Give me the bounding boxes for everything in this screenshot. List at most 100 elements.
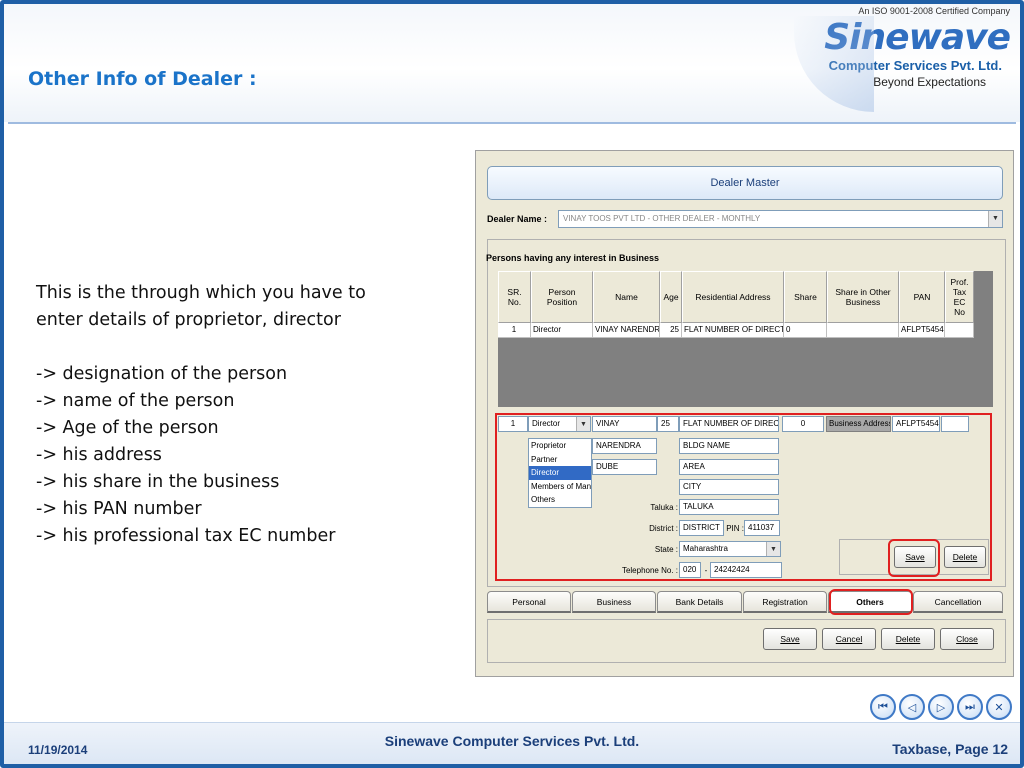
cell-pan: AFLPT5454G [899, 323, 945, 338]
district-label: District : [649, 524, 678, 533]
list-item[interactable]: Proprietor [529, 439, 591, 453]
slide-title: Other Info of Dealer : [28, 68, 257, 90]
prev-icon[interactable]: ◁ [899, 694, 925, 720]
cell-share-other [827, 323, 899, 338]
intro-line: This is the through which you have to [36, 283, 366, 303]
tab-business[interactable]: Business [572, 591, 656, 613]
taluka-label: Taluka : [650, 503, 678, 512]
delete-button[interactable]: Delete [881, 628, 935, 650]
column-header[interactable]: Prof. Tax EC No [945, 271, 974, 323]
address2-field[interactable]: BLDG NAME [679, 438, 779, 454]
dealer-name-label: Dealer Name : [487, 214, 548, 224]
others-tab-highlight-ring [829, 589, 913, 615]
cell-address: FLAT NUMBER OF DIRECTOR, [682, 323, 784, 338]
tab-registration[interactable]: Registration [743, 591, 827, 613]
first-icon[interactable]: ⏮ [870, 694, 896, 720]
close-icon[interactable]: ✕ [986, 694, 1012, 720]
taluka-field[interactable]: TALUKA [679, 499, 779, 515]
window-title: Dealer Master [487, 166, 1003, 200]
bullet-item: -> his professional tax EC number [36, 526, 336, 546]
tab-bank-details[interactable]: Bank Details [657, 591, 742, 613]
position-dropdown-list[interactable]: Proprietor Partner Director Members of M… [528, 438, 592, 508]
telephone-field[interactable]: 24242424 [710, 562, 782, 578]
bullet-item: -> his share in the business [36, 472, 280, 492]
dealer-name-value: VINAY TOOS PVT LTD - OTHER DEALER - MONT… [563, 214, 761, 223]
cell-age: 25 [660, 323, 682, 338]
company-logo: An ISO 9001-2008 Certified Company Sinew… [794, 6, 1014, 114]
column-header[interactable]: Name [593, 271, 660, 323]
footer-page-number: Taxbase, Page 12 [892, 741, 1008, 757]
share-field[interactable]: 0 [782, 416, 824, 432]
slide-nav: ⏮ ◁ ▷ ⏭ ✕ [870, 694, 1012, 720]
tab-personal[interactable]: Personal [487, 591, 571, 613]
district-field[interactable]: DISTRICT [679, 520, 724, 536]
column-header[interactable]: Share [784, 271, 827, 323]
next-icon[interactable]: ▷ [928, 694, 954, 720]
position-combobox[interactable]: Director ▼ [528, 416, 591, 432]
column-header[interactable]: Person Position [531, 271, 593, 323]
telephone-dash: - [704, 566, 708, 575]
column-header[interactable]: SR. No. [498, 271, 531, 323]
address1-field[interactable]: FLAT NUMBER OF DIRECTOR [679, 416, 779, 432]
pan-field[interactable]: AFLPT5454G [892, 416, 940, 432]
row-delete-label: Delete [952, 552, 978, 562]
chevron-down-icon[interactable]: ▼ [988, 211, 1002, 227]
footer-company: Sinewave Computer Services Pvt. Ltd. [384, 733, 640, 749]
close-label: Close [956, 634, 978, 644]
cell-position: Director [531, 323, 593, 338]
list-item-selected[interactable]: Director [529, 466, 591, 480]
cancel-label: Cancel [835, 634, 863, 644]
pin-label: PIN : [726, 524, 744, 533]
column-header[interactable]: PAN [899, 271, 945, 323]
bullet-item: -> his PAN number [36, 499, 202, 519]
grid-header: SR. No. Person Position Name Age Residen… [498, 271, 974, 323]
chevron-down-icon[interactable]: ▼ [576, 417, 590, 431]
city-field[interactable]: CITY [679, 479, 779, 495]
first-name-field[interactable]: VINAY [592, 416, 657, 432]
chevron-down-icon[interactable]: ▼ [766, 542, 780, 556]
bullet-item: -> designation of the person [36, 364, 288, 384]
column-header[interactable]: Age [660, 271, 682, 323]
bullet-item: -> his address [36, 445, 162, 465]
list-item[interactable]: Others [529, 493, 591, 507]
address3-field[interactable]: AREA [679, 459, 779, 475]
tab-strip: Personal Business Bank Details Registrat… [487, 591, 1006, 613]
save-button[interactable]: Save [763, 628, 817, 650]
business-address-button[interactable]: Business Address [826, 416, 891, 432]
delete-label: Delete [895, 634, 921, 644]
tab-cancellation[interactable]: Cancellation [913, 591, 1003, 613]
cell-sr-no: 1 [498, 323, 531, 338]
last-name-field[interactable]: DUBE [592, 459, 657, 475]
save-highlight-ring [888, 539, 940, 577]
sr-no-field[interactable]: 1 [498, 416, 528, 432]
table-row[interactable]: 1 Director VINAY NARENDRA 25 FLAT NUMBER… [498, 323, 974, 338]
pin-field[interactable]: 411037 [744, 520, 780, 536]
bullet-item: -> Age of the person [36, 418, 219, 438]
row-delete-button[interactable]: Delete [944, 546, 986, 568]
dealer-name-combobox[interactable]: VINAY TOOS PVT LTD - OTHER DEALER - MONT… [558, 210, 1003, 228]
cell-name: VINAY NARENDRA [593, 323, 660, 338]
std-code-field[interactable]: 020 [679, 562, 701, 578]
logo-swoosh [794, 16, 874, 112]
state-combobox[interactable]: Maharashtra ▼ [679, 541, 781, 557]
age-field[interactable]: 25 [657, 416, 679, 432]
slide: Other Info of Dealer : An ISO 9001-2008 … [0, 0, 1024, 768]
slide-footer: 11/19/2014 Sinewave Computer Services Pv… [4, 722, 1020, 764]
cell-share: 0 [784, 323, 827, 338]
bullet-item: -> name of the person [36, 391, 235, 411]
list-item[interactable]: Members of Manag [529, 480, 591, 494]
last-icon[interactable]: ⏭ [957, 694, 983, 720]
dealer-master-window: Dealer Master Dealer Name : VINAY TOOS P… [475, 150, 1014, 677]
cancel-button[interactable]: Cancel [822, 628, 876, 650]
prof-tax-field[interactable] [941, 416, 969, 432]
persons-grid[interactable]: SR. No. Person Position Name Age Residen… [498, 271, 993, 407]
state-label: State : [654, 545, 678, 554]
cell-prof-tax [945, 323, 974, 338]
close-button[interactable]: Close [940, 628, 994, 650]
list-item[interactable]: Partner [529, 453, 591, 467]
middle-name-field[interactable]: NARENDRA [592, 438, 657, 454]
column-header[interactable]: Share in Other Business [827, 271, 899, 323]
header-divider [8, 122, 1016, 124]
intro-line: enter details of proprietor, director [36, 310, 341, 330]
column-header[interactable]: Residential Address [682, 271, 784, 323]
